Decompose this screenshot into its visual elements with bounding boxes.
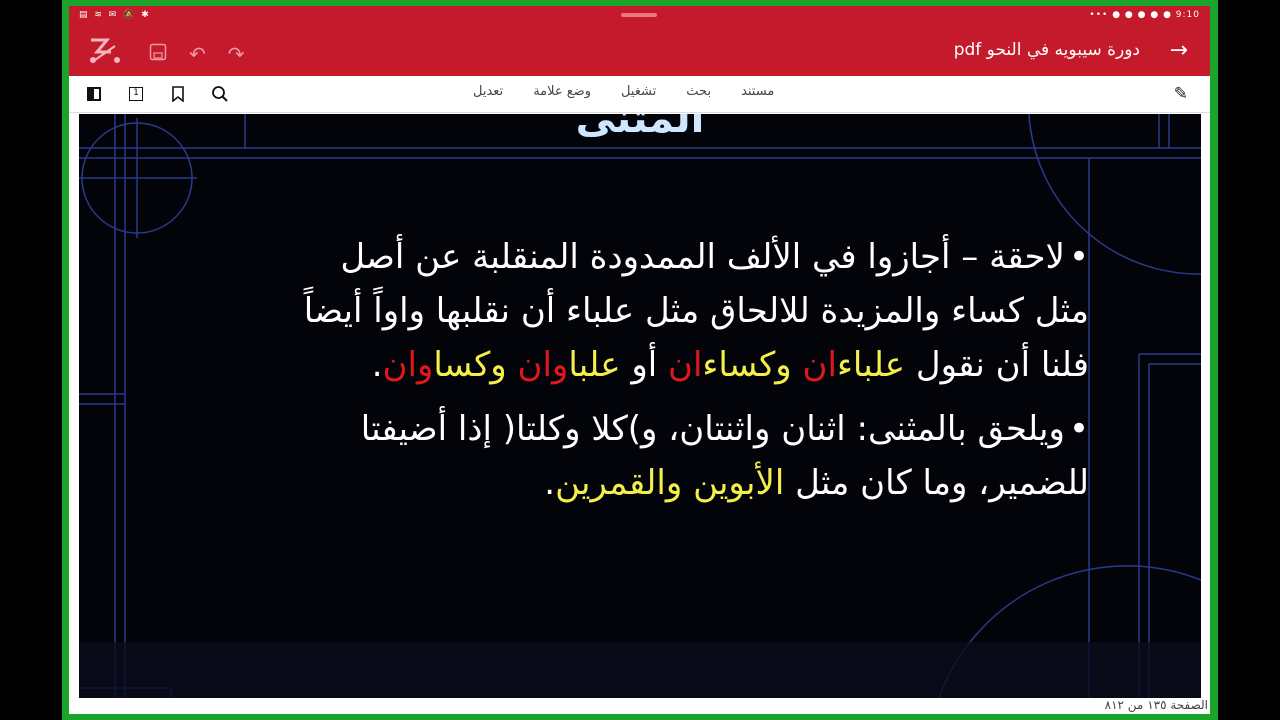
sidebar-toggle-icon[interactable] [83,84,105,104]
menu-search[interactable]: بحث [686,84,711,99]
slide-content: •لاحقة – أجازوا في الألف الممدودة المنقل… [169,230,1089,510]
p1-word4-yellow: وكسا [433,345,518,385]
page-number-icon[interactable]: 1 [125,84,147,104]
p2-line1: ويلحق بالمثنى: اثنان واثنتان، و)كلا وكلت… [360,409,1065,449]
p1-word1-yellow: علباء [836,345,906,385]
undo-icon[interactable]: ↶ [189,42,206,66]
slide-heading: المثنى [575,114,705,142]
appbar-icons: ↶ ↷ [87,36,245,71]
paragraph-1: •لاحقة – أجازوا في الألف الممدودة المنقل… [169,230,1089,392]
drag-handle[interactable] [621,13,657,17]
menu-document[interactable]: مستند [741,84,774,99]
p1-word2-red: ان [668,345,703,385]
redo-icon[interactable]: ↷ [228,42,245,66]
tablet-screen: ▤ ≋ ✉ 🔕 ✱ ••• ● ● ● ● ● 9:10 ↶ ↷ دورة سي… [69,6,1210,714]
search-icon[interactable] [209,84,231,104]
document-title: دورة سيبويه في النحو pdf [953,40,1140,60]
bullet-1: • [1068,237,1089,277]
p1-line2: مثل كساء والمزيدة للالحاق مثل علباء أن ن… [303,291,1089,331]
app-logo-icon[interactable] [87,36,127,71]
p1-line1: لاحقة – أجازوا في الألف الممدودة المنقلب… [340,237,1065,277]
toolbar: 1 مستند بحث تشغيل وضع علامة تعديل ✎ [69,76,1210,113]
page-indicator: الصفحة ١٣٥ من ٨١٢ [1104,698,1208,712]
menu-edit[interactable]: تعديل [473,84,503,99]
p1-word4-red: وان [382,345,434,385]
paragraph-2: •ويلحق بالمثنى: اثنان واثنتان، و)كلا وكل… [169,402,1089,510]
status-icons-right: ••• ● ● ● ● ● 9:10 [1089,10,1200,20]
document-page[interactable]: المثنى •لاحقة – أجازوا في الألف الممدودة… [79,114,1201,698]
toolbar-menu: مستند بحث تشغيل وضع علامة تعديل [473,84,774,99]
p1-word3-yellow: علبا [568,345,621,385]
p1-word3-red: وان [517,345,569,385]
page-footer: الصفحة ١٣٥ من ٨١٢ [69,698,1210,714]
bullet-2: • [1068,409,1089,449]
status-bar: ▤ ≋ ✉ 🔕 ✱ ••• ● ● ● ● ● 9:10 [69,6,1210,26]
p1-mid: أو [620,345,668,385]
bookmark-icon[interactable] [167,84,189,104]
p1-end: . [371,345,383,385]
menu-play[interactable]: تشغيل [621,84,656,99]
menu-mark[interactable]: وضع علامة [533,84,591,99]
p2-highlight: الأبوين والقمرين [555,463,785,503]
pen-icon[interactable]: ✎ [1174,84,1188,104]
p1-line3-prefix: فلنا أن نقول [905,345,1089,385]
p1-word1-red: ان [802,345,837,385]
save-icon[interactable] [149,42,167,66]
app-bar: ↶ ↷ دورة سيبويه في النحو pdf → [69,26,1210,76]
toolbar-left-icons: 1 [83,84,231,104]
status-icons-left: ▤ ≋ ✉ 🔕 ✱ [79,10,151,20]
p2-end: . [544,463,556,503]
p2-line2-prefix: للضمير، وما كان مثل [784,463,1089,503]
arrow-right-icon[interactable]: → [1170,38,1188,63]
p1-word2-yellow: وكساء [702,345,803,385]
